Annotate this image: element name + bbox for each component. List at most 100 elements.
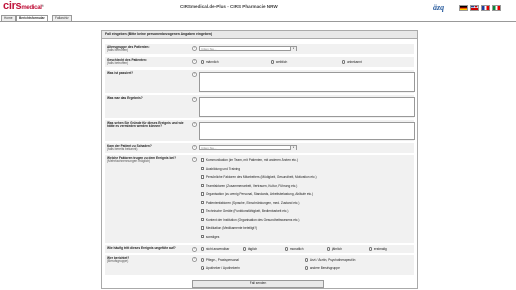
- frequency-label: Wie häufig tritt dieses Ereignis ungefäh…: [107, 245, 176, 250]
- tab-home[interactable]: Home: [1, 15, 16, 22]
- reporter-label: Wer berichtet? (Berufsgruppe): [107, 255, 130, 264]
- flag-fr-icon[interactable]: [481, 5, 490, 11]
- reporter-option-pharmacist[interactable]: Apotheker / Apothekerin: [201, 266, 240, 270]
- factor-option[interactable]: Ausbildung und Training: [201, 167, 240, 171]
- checkbox-icon[interactable]: [201, 175, 205, 179]
- help-icon[interactable]: ?: [192, 58, 197, 64]
- radio-icon[interactable]: [201, 60, 205, 64]
- help-icon[interactable]: ?: [192, 246, 197, 252]
- gender-option-female[interactable]: weiblich: [271, 60, 287, 64]
- logo-sub: medical: [21, 5, 42, 11]
- what-happened-row: Was ist passiert? ?: [105, 70, 415, 93]
- flag-gb-icon[interactable]: [470, 5, 479, 11]
- reporter-row: Wer berichtet? (Berufsgruppe) ? Pflege-, …: [105, 255, 414, 275]
- help-icon[interactable]: ?: [192, 71, 197, 77]
- radio-icon[interactable]: [327, 247, 331, 251]
- age-label: Altersgruppe des Patienten: (falls betrof…: [107, 44, 150, 53]
- reporter-option-other[interactable]: andere Berufsgruppe: [305, 266, 340, 270]
- checkbox-icon[interactable]: [201, 166, 205, 171]
- gender-option-male[interactable]: männlich: [201, 60, 219, 64]
- factors-label: Welche Faktoren trugen zu dem Ereignis b…: [107, 155, 177, 164]
- harm-select[interactable]: bitten Sie... ▾: [199, 144, 297, 150]
- radio-icon[interactable]: [305, 258, 309, 262]
- checkbox-icon[interactable]: [201, 200, 205, 205]
- checkbox-icon[interactable]: [201, 234, 205, 239]
- radio-icon[interactable]: [285, 247, 289, 251]
- help-icon[interactable]: ?: [192, 156, 197, 162]
- header: cirsmedical® CIRSmedical.de-Plus - CIRS …: [0, 0, 516, 14]
- gender-option-unknown[interactable]: unbekannt: [342, 60, 362, 64]
- checkbox-icon[interactable]: [201, 209, 205, 213]
- help-icon[interactable]: ?: [192, 144, 197, 150]
- frequency-option[interactable]: erstmalig: [369, 247, 387, 251]
- harm-label: Kam der Patient zu Schaden? (falls bereit…: [107, 143, 152, 152]
- checkbox-icon[interactable]: [201, 226, 205, 230]
- radio-icon[interactable]: [342, 60, 346, 64]
- factors-row: Welche Faktoren trugen zu dem Ereignis b…: [105, 155, 414, 243]
- radio-selected-icon[interactable]: [201, 266, 205, 270]
- age-select[interactable]: bitten Sie... ▾: [199, 45, 297, 51]
- radio-icon[interactable]: [243, 247, 247, 251]
- harm-select-value: bitten Sie...: [201, 145, 217, 150]
- chevron-down-icon: ▾: [290, 145, 296, 150]
- reasons-row: Was sehen Sie Gründe für dieses Ereignis…: [105, 120, 415, 141]
- logo-registered: ®: [41, 4, 44, 8]
- factor-option[interactable]: sonstiges: [201, 235, 219, 239]
- reporter-option-doctor[interactable]: Arzt / Ärztin, Psychotherapeut/in: [305, 258, 355, 262]
- what-happened-textarea[interactable]: [199, 71, 415, 92]
- radio-icon[interactable]: [305, 266, 309, 270]
- report-form: Fall eingeben (Bitte keine personenbezog…: [101, 30, 418, 289]
- factor-option[interactable]: Kontext der Institution (Organisation de…: [201, 218, 299, 222]
- factor-option[interactable]: Kommunikation (im Team, mit Patienten, m…: [201, 158, 298, 162]
- frequency-option[interactable]: jährlich: [327, 247, 342, 251]
- flag-de-icon[interactable]: [459, 5, 468, 11]
- factor-option[interactable]: Persönliche Faktoren des Mitarbeiters (M…: [201, 175, 317, 179]
- reporter-option-nursing[interactable]: Pflege-, Praxispersonal: [201, 258, 239, 262]
- help-icon[interactable]: ?: [192, 121, 197, 127]
- factor-option[interactable]: Organisation (zu wenig Personal, Standar…: [201, 192, 313, 196]
- language-flags: [459, 5, 501, 11]
- radio-icon[interactable]: [271, 60, 275, 64]
- flag-it-icon[interactable]: [492, 5, 501, 11]
- reasons-textarea[interactable]: [199, 121, 415, 140]
- help-icon[interactable]: ?: [192, 256, 197, 262]
- gender-row: Geschlecht des Patienten: (falls betroffe…: [105, 57, 414, 67]
- factor-option[interactable]: Medikation (Medikamente beteiligt?): [201, 226, 257, 230]
- radio-icon[interactable]: [201, 247, 205, 251]
- frequency-option[interactable]: monatlich: [285, 247, 304, 251]
- cirsmedical-logo[interactable]: cirsmedical®: [3, 1, 44, 14]
- checkbox-icon[interactable]: [201, 192, 205, 196]
- tab-fallarchiv[interactable]: Fallarchiv: [52, 15, 72, 22]
- frequency-row: Wie häufig tritt dieses Ereignis ungefäh…: [105, 245, 414, 253]
- partner-logo: äzq: [433, 3, 444, 12]
- what-happened-label: Was ist passiert?: [107, 70, 134, 75]
- chevron-down-icon: ▾: [290, 46, 296, 51]
- checkbox-icon[interactable]: [201, 217, 205, 222]
- app-title: CIRSmedical.de-Plus - CIRS Pharmacie NRW: [180, 4, 278, 9]
- age-select-value: bitten Sie...: [201, 46, 217, 51]
- radio-icon[interactable]: [369, 247, 373, 251]
- harm-row: Kam der Patient zu Schaden? (falls bereit…: [105, 143, 414, 153]
- gender-label: Geschlecht des Patienten: (falls betroffe…: [107, 57, 147, 66]
- reasons-label: Was sehen Sie Gründe für dieses Ereignis…: [107, 120, 184, 129]
- submit-button[interactable]: Fall senden: [192, 280, 324, 288]
- frequency-option[interactable]: nicht anwendbar: [201, 247, 229, 251]
- result-label: Was war das Ergebnis?: [107, 95, 143, 100]
- factor-option[interactable]: Technische Geräte (Funktionsfähigkeit, B…: [201, 209, 288, 213]
- tab-berichtsformular[interactable]: Berichtsformular: [16, 15, 48, 22]
- result-row: Was war das Ergebnis? ?: [105, 95, 415, 118]
- factor-option[interactable]: Patientenfaktoren (Sprache, Einschränkun…: [201, 201, 299, 205]
- help-icon[interactable]: ?: [192, 96, 197, 102]
- result-textarea[interactable]: [199, 96, 415, 117]
- factor-option[interactable]: Teamfaktoren (Zusammenarbeit, Vertrauen,…: [201, 184, 297, 188]
- help-icon[interactable]: ?: [192, 45, 197, 51]
- form-heading: Fall eingeben (Bitte keine personenbezog…: [102, 31, 417, 39]
- frequency-option[interactable]: täglich: [243, 247, 257, 251]
- checkbox-icon[interactable]: [201, 158, 205, 162]
- main-nav: Home Berichtsformular Fallarchiv: [0, 15, 516, 22]
- checkbox-icon[interactable]: [201, 183, 205, 188]
- logo-main: cirs: [3, 0, 22, 12]
- age-row: Altersgruppe des Patienten: (falls betrof…: [105, 44, 414, 54]
- radio-icon[interactable]: [201, 258, 205, 262]
- partner-logo-text: äzq: [433, 3, 445, 12]
